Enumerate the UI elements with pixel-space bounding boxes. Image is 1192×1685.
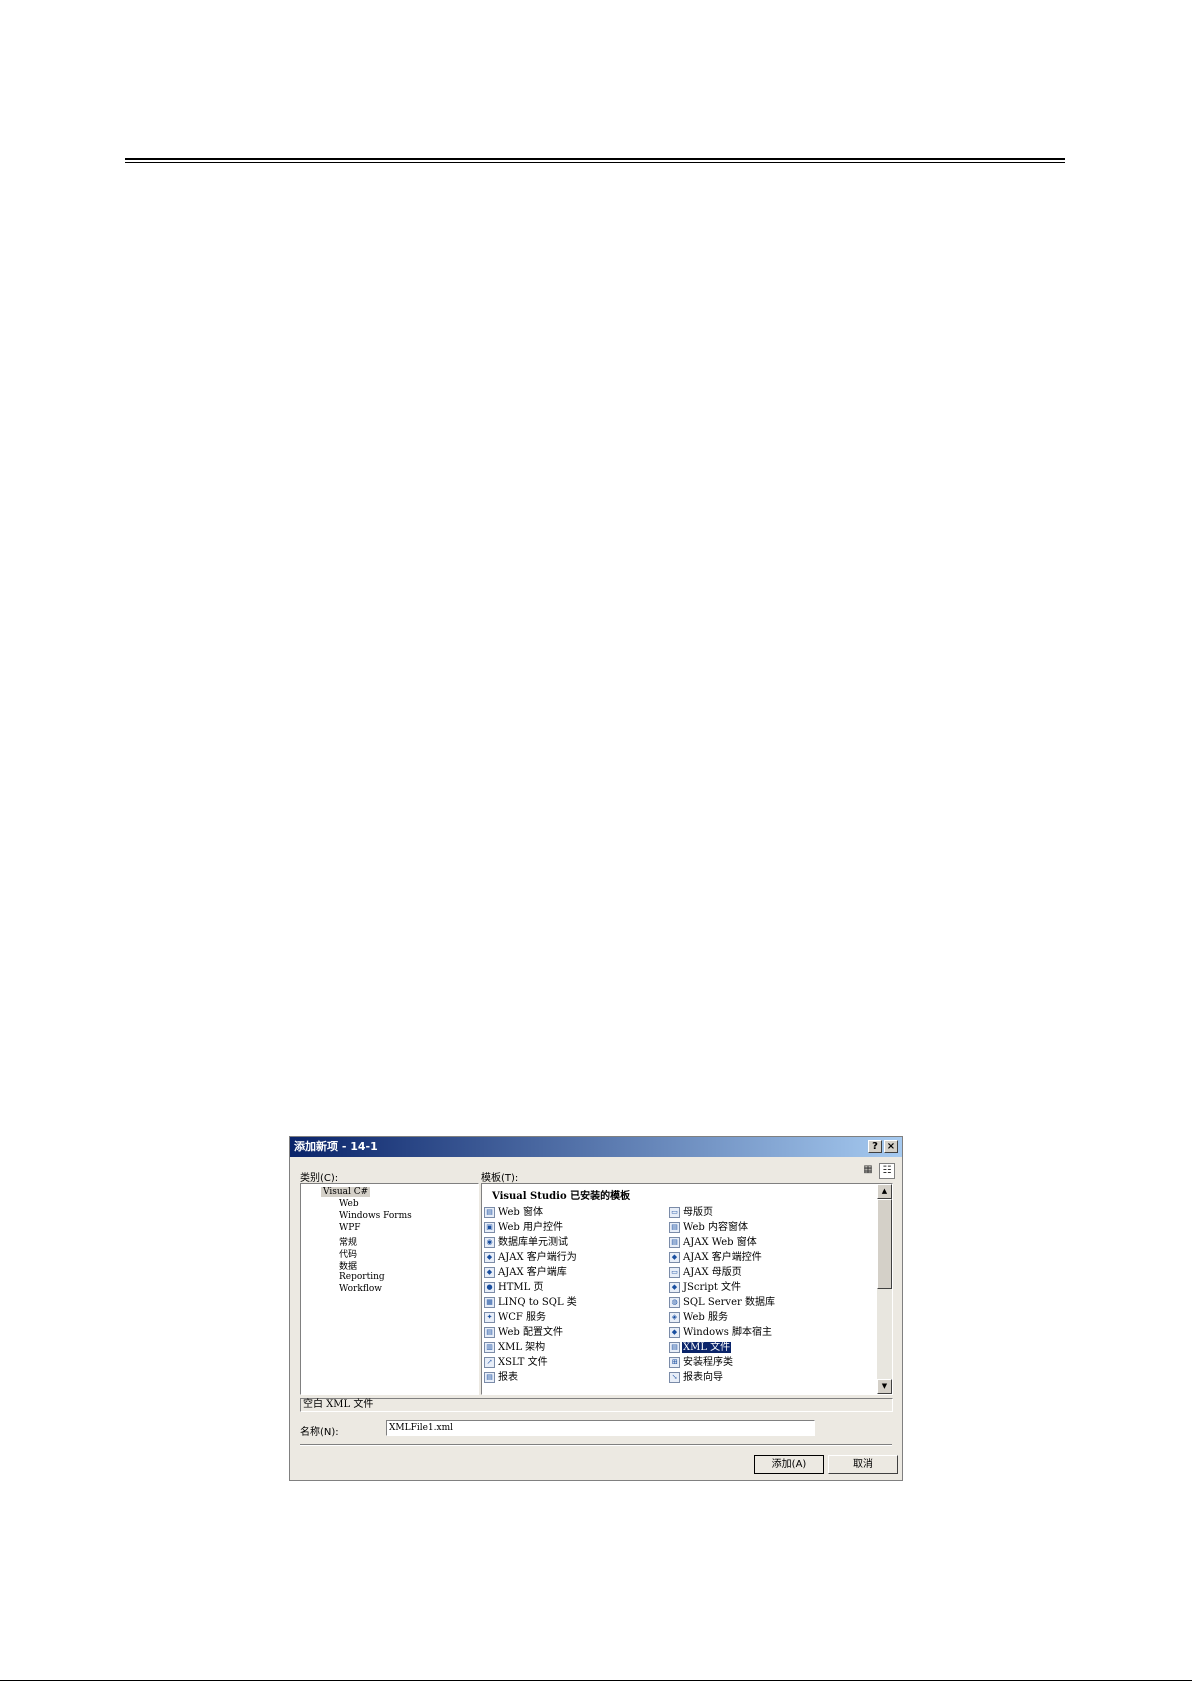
- scroll-up-icon[interactable]: ▲: [877, 1184, 892, 1199]
- ajax-library-icon: ◆: [484, 1267, 495, 1278]
- dialog-title: 添加新项 - 14-1: [294, 1140, 378, 1153]
- template-item[interactable]: ▥ XML 架构: [484, 1341, 546, 1355]
- sql-database-icon: ◍: [669, 1297, 680, 1308]
- master-page-icon: ▭: [669, 1207, 680, 1218]
- report-icon: ▤: [484, 1372, 495, 1383]
- template-item[interactable]: ▭ 母版页: [669, 1206, 714, 1220]
- installer-class-icon: ⊞: [669, 1357, 680, 1368]
- add-button[interactable]: 添加(A): [754, 1455, 824, 1474]
- template-item[interactable]: ▤ Web 窗体: [484, 1206, 544, 1220]
- wcf-service-icon: ✦: [484, 1312, 495, 1323]
- cancel-button[interactable]: 取消: [828, 1455, 898, 1474]
- template-item[interactable]: ▤ AJAX Web 窗体: [669, 1236, 758, 1250]
- linq-class-icon: ▦: [484, 1297, 495, 1308]
- scroll-down-icon[interactable]: ▼: [877, 1379, 892, 1394]
- jscript-file-icon: ◆: [669, 1282, 680, 1293]
- template-list[interactable]: Visual Studio 已安装的模板 ▤ Web 窗体 ▣ Web 用户控件 ◉…: [481, 1183, 893, 1395]
- ajax-master-page-icon: ▭: [669, 1267, 680, 1278]
- ajax-control-icon: ◆: [669, 1252, 680, 1263]
- web-service-icon: ◈: [669, 1312, 680, 1323]
- close-button[interactable]: ×: [884, 1140, 898, 1153]
- script-host-icon: ◆: [669, 1327, 680, 1338]
- template-item[interactable]: ✦ WCF 服务: [484, 1311, 547, 1325]
- template-item[interactable]: ▦ LINQ to SQL 类: [484, 1296, 578, 1310]
- template-item[interactable]: ↘ 报表向导: [669, 1371, 724, 1385]
- user-control-icon: ▣: [484, 1222, 495, 1233]
- category-tree[interactable]: Visual C# Web Windows Forms WPF 常规 代码 数据…: [300, 1183, 479, 1395]
- add-new-item-dialog: 添加新项 - 14-1 ? × 类别(C): 模板(T): ▦ ☷ Visual…: [289, 1136, 903, 1481]
- template-item[interactable]: ↗ XSLT 文件: [484, 1356, 549, 1370]
- report-wizard-icon: ↘: [669, 1372, 680, 1383]
- html-page-icon: ●: [484, 1282, 495, 1293]
- xml-schema-icon: ▥: [484, 1342, 495, 1353]
- content-form-icon: ▤: [669, 1222, 680, 1233]
- name-input[interactable]: XMLFile1.xml: [386, 1420, 815, 1436]
- tree-item[interactable]: Workflow: [339, 1284, 382, 1294]
- template-label: 模板(T):: [481, 1173, 519, 1184]
- template-item[interactable]: ◆ Windows 脚本宿主: [669, 1326, 773, 1340]
- template-item-selected[interactable]: ▤ XML 文件: [669, 1341, 732, 1355]
- button-separator: [300, 1444, 892, 1446]
- template-item[interactable]: ◆ AJAX 客户端行为: [484, 1251, 578, 1265]
- template-item[interactable]: ◉ 数据库单元测试: [484, 1236, 569, 1250]
- template-item[interactable]: ◆ AJAX 客户端控件: [669, 1251, 763, 1265]
- footer-rule: [0, 1680, 1192, 1681]
- ajax-web-form-icon: ▤: [669, 1237, 680, 1248]
- template-item[interactable]: ▤ Web 内容窗体: [669, 1221, 749, 1235]
- template-item[interactable]: ● HTML 页: [484, 1281, 544, 1295]
- tree-item[interactable]: WPF: [339, 1223, 361, 1233]
- template-item[interactable]: ◍ SQL Server 数据库: [669, 1296, 776, 1310]
- tree-item[interactable]: Reporting: [339, 1272, 385, 1282]
- header-rule-thin: [125, 162, 1065, 163]
- dialog-titlebar: 添加新项 - 14-1 ? ×: [290, 1137, 902, 1157]
- template-item[interactable]: ▤ Web 配置文件: [484, 1326, 564, 1340]
- database-test-icon: ◉: [484, 1237, 495, 1248]
- template-item[interactable]: ▣ Web 用户控件: [484, 1221, 564, 1235]
- web-form-icon: ▤: [484, 1207, 495, 1218]
- config-file-icon: ▤: [484, 1327, 495, 1338]
- tree-item[interactable]: 数据: [339, 1259, 357, 1272]
- template-scrollbar[interactable]: ▲ ▼: [877, 1184, 892, 1394]
- tree-item[interactable]: Web: [339, 1199, 359, 1209]
- template-item[interactable]: ◆ AJAX 客户端库: [484, 1266, 568, 1280]
- template-group-header: Visual Studio 已安装的模板: [492, 1191, 631, 1202]
- help-button[interactable]: ?: [868, 1140, 882, 1153]
- template-item[interactable]: ◆ JScript 文件: [669, 1281, 742, 1295]
- large-icons-view-icon[interactable]: ▦: [860, 1163, 876, 1179]
- scroll-thumb[interactable]: [877, 1199, 892, 1289]
- header-rule: [125, 158, 1065, 160]
- category-label: 类别(C):: [300, 1173, 339, 1184]
- template-item[interactable]: ⊞ 安装程序类: [669, 1356, 734, 1370]
- template-item[interactable]: ▭ AJAX 母版页: [669, 1266, 743, 1280]
- ajax-behavior-icon: ◆: [484, 1252, 495, 1263]
- template-item[interactable]: ◈ Web 服务: [669, 1311, 729, 1325]
- name-label: 名称(N):: [300, 1427, 339, 1438]
- template-description: 空白 XML 文件: [300, 1398, 893, 1412]
- template-item[interactable]: ▤ 报表: [484, 1371, 519, 1385]
- xslt-file-icon: ↗: [484, 1357, 495, 1368]
- tree-item-visual-csharp[interactable]: Visual C#: [321, 1187, 371, 1197]
- small-icons-view-icon[interactable]: ☷: [879, 1163, 895, 1179]
- xml-file-icon: ▤: [669, 1342, 680, 1353]
- tree-item[interactable]: Windows Forms: [339, 1211, 412, 1221]
